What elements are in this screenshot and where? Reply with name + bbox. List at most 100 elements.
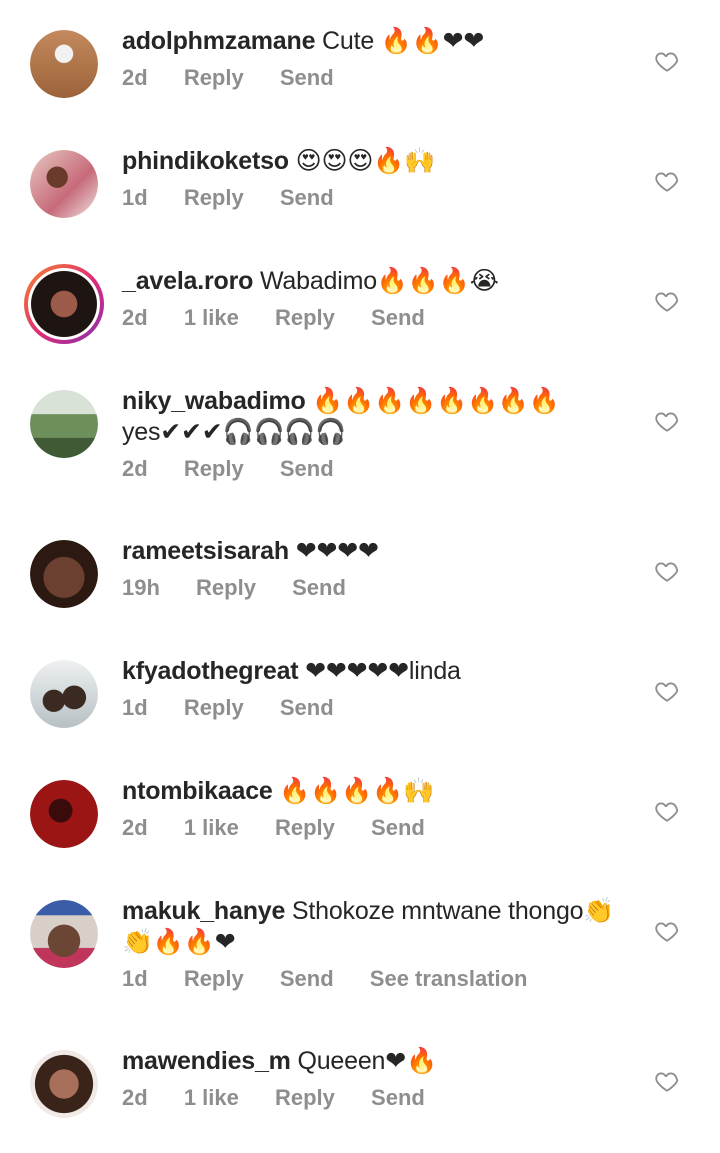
comment-text-continued: 👏🔥🔥❤	[122, 928, 236, 956]
comment-body: niky_wabadimo 🔥🔥🔥🔥🔥🔥🔥🔥 yes✔✔✔🎧🎧🎧🎧 2d Rep…	[122, 386, 642, 482]
reply-button[interactable]: Reply	[196, 575, 256, 600]
comment-line: phindikoketso 😍😍😍🔥🙌	[122, 146, 642, 177]
likes-count[interactable]: 1 like	[184, 815, 239, 840]
avatar[interactable]	[30, 150, 98, 218]
comment-meta: 19h Reply Send	[122, 575, 642, 601]
comment-time: 1d	[122, 966, 148, 991]
like-heart-icon[interactable]	[654, 678, 680, 704]
comment-text: 🔥🔥🔥🔥🔥🔥🔥🔥	[312, 387, 560, 415]
comment-meta: 1d Reply Send See translation	[122, 966, 642, 992]
comment-text: ❤❤❤❤	[295, 537, 379, 565]
comment-time: 1d	[122, 695, 148, 720]
like-heart-icon[interactable]	[654, 918, 680, 944]
comment-time: 19h	[122, 575, 160, 600]
comment-line: ntombikaace 🔥🔥🔥🔥🙌	[122, 776, 642, 807]
comment-line: adolphmzamane Cute 🔥🔥❤❤	[122, 26, 642, 57]
send-button[interactable]: Send	[371, 1085, 425, 1110]
comment-text: Cute 🔥🔥❤❤	[322, 27, 485, 55]
avatar[interactable]	[30, 540, 98, 608]
comment-text: Sthokoze mntwane thongo👏	[291, 897, 615, 925]
like-heart-icon[interactable]	[654, 1068, 680, 1094]
comment-text: ❤❤❤❤❤linda	[305, 657, 461, 685]
comment-line: mawendies_m Queeen❤🔥	[122, 1046, 642, 1077]
send-button[interactable]: Send	[280, 695, 334, 720]
comment-username[interactable]: niky_wabadimo	[122, 387, 306, 415]
comment-username[interactable]: mawendies_m	[122, 1047, 291, 1075]
comment-meta: 2d 1 like Reply Send	[122, 815, 642, 841]
comment-line: _avela.roro Wabadimo🔥🔥🔥😭	[122, 266, 642, 297]
comment-username[interactable]: adolphmzamane	[122, 27, 315, 55]
avatar[interactable]	[24, 264, 104, 344]
avatar-image	[30, 150, 98, 218]
send-button[interactable]: Send	[280, 456, 334, 481]
avatar-image	[30, 390, 98, 458]
like-heart-icon[interactable]	[654, 408, 680, 434]
avatar[interactable]	[30, 390, 98, 458]
comment-body: mawendies_m Queeen❤🔥 2d 1 like Reply Sen…	[122, 1046, 642, 1111]
like-heart-icon[interactable]	[654, 168, 680, 194]
reply-button[interactable]: Reply	[184, 65, 244, 90]
avatar[interactable]	[30, 660, 98, 728]
comment-time: 2d	[122, 305, 148, 330]
comment-username[interactable]: phindikoketso	[122, 147, 289, 175]
comment-username[interactable]: rameetsisarah	[122, 537, 289, 565]
comment-body: adolphmzamane Cute 🔥🔥❤❤ 2d Reply Send	[122, 26, 642, 91]
avatar-image	[30, 900, 98, 968]
reply-button[interactable]: Reply	[184, 185, 244, 210]
avatar[interactable]	[30, 900, 98, 968]
comment-text: Wabadimo🔥🔥🔥😭	[259, 267, 499, 295]
comment-line: makuk_hanye Sthokoze mntwane thongo👏	[122, 896, 642, 927]
comment-body: makuk_hanye Sthokoze mntwane thongo👏 👏🔥🔥…	[122, 896, 642, 992]
see-translation-button[interactable]: See translation	[370, 966, 528, 991]
comment-username[interactable]: makuk_hanye	[122, 897, 285, 925]
avatar-image	[31, 271, 97, 337]
send-button[interactable]: Send	[280, 65, 334, 90]
comment-meta: 2d Reply Send	[122, 456, 642, 482]
avatar-image	[30, 780, 98, 848]
comment-meta: 1d Reply Send	[122, 185, 642, 211]
reply-button[interactable]: Reply	[184, 966, 244, 991]
avatar-image	[30, 540, 98, 608]
avatar-image	[30, 30, 98, 98]
send-button[interactable]: Send	[371, 305, 425, 330]
comment-text-continued: yes✔✔✔🎧🎧🎧🎧	[122, 418, 347, 446]
avatar-image	[30, 660, 98, 728]
like-heart-icon[interactable]	[654, 558, 680, 584]
comment-body: rameetsisarah ❤❤❤❤ 19h Reply Send	[122, 536, 642, 601]
reply-button[interactable]: Reply	[275, 815, 335, 840]
comment-meta: 2d 1 like Reply Send	[122, 305, 642, 331]
send-button[interactable]: Send	[371, 815, 425, 840]
comment-line: niky_wabadimo 🔥🔥🔥🔥🔥🔥🔥🔥	[122, 386, 642, 417]
comment-meta: 2d Reply Send	[122, 65, 642, 91]
reply-button[interactable]: Reply	[275, 305, 335, 330]
comment-body: ntombikaace 🔥🔥🔥🔥🙌 2d 1 like Reply Send	[122, 776, 642, 841]
avatar[interactable]	[30, 30, 98, 98]
reply-button[interactable]: Reply	[184, 695, 244, 720]
comment-username[interactable]: kfyadothegreat	[122, 657, 299, 685]
avatar-image	[30, 1050, 98, 1118]
send-button[interactable]: Send	[280, 185, 334, 210]
like-heart-icon[interactable]	[654, 288, 680, 314]
comment-meta: 2d 1 like Reply Send	[122, 1085, 642, 1111]
send-button[interactable]: Send	[292, 575, 346, 600]
likes-count[interactable]: 1 like	[184, 1085, 239, 1110]
comment-line: rameetsisarah ❤❤❤❤	[122, 536, 642, 567]
like-heart-icon[interactable]	[654, 798, 680, 824]
comment-text: 🔥🔥🔥🔥🙌	[279, 777, 435, 805]
avatar[interactable]	[30, 1050, 98, 1118]
comment-username[interactable]: ntombikaace	[122, 777, 273, 805]
comment-username[interactable]: _avela.roro	[122, 267, 253, 295]
comment-body: phindikoketso 😍😍😍🔥🙌 1d Reply Send	[122, 146, 642, 211]
avatar[interactable]	[30, 780, 98, 848]
like-heart-icon[interactable]	[654, 48, 680, 74]
comment-text: 😍😍😍🔥🙌	[295, 147, 436, 175]
comment-time: 2d	[122, 1085, 148, 1110]
comment-time: 2d	[122, 456, 148, 481]
send-button[interactable]: Send	[280, 966, 334, 991]
comment-text: Queeen❤🔥	[297, 1047, 437, 1075]
reply-button[interactable]: Reply	[275, 1085, 335, 1110]
comment-time: 1d	[122, 185, 148, 210]
reply-button[interactable]: Reply	[184, 456, 244, 481]
likes-count[interactable]: 1 like	[184, 305, 239, 330]
comment-body: _avela.roro Wabadimo🔥🔥🔥😭 2d 1 like Reply…	[122, 266, 642, 331]
